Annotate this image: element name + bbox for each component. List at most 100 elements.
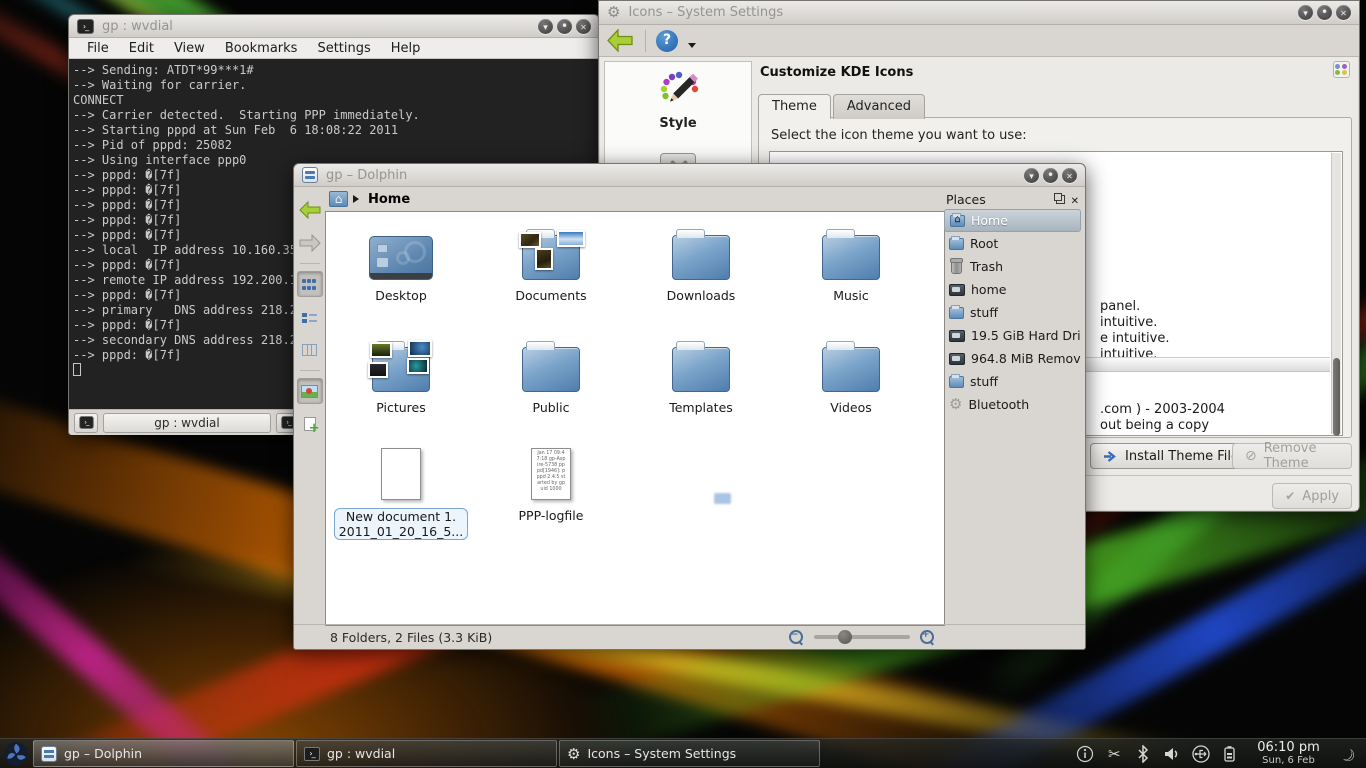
breadcrumb: Home	[325, 187, 944, 211]
dolphin-titlebar[interactable]: gp – Dolphin	[294, 164, 1085, 187]
theme-list-text: intuitive.	[1100, 315, 1157, 330]
folder-item-desktop[interactable]: Desktop	[326, 220, 476, 303]
split-view-button[interactable]	[297, 411, 323, 437]
konsole-icon	[77, 19, 94, 34]
taskbar: gp – Dolphin gp : wvdial Icons – System …	[0, 738, 1366, 768]
details-view-button[interactable]	[297, 304, 323, 330]
close-button[interactable]	[1062, 168, 1077, 183]
menu-edit[interactable]: Edit	[119, 39, 164, 58]
bluetooth-icon[interactable]	[1133, 744, 1153, 764]
status-text: 8 Folders, 2 Files (3.3 KiB)	[330, 630, 492, 645]
terminal-tab[interactable]: gp : wvdial	[103, 413, 271, 433]
places-header[interactable]: Places	[944, 189, 1081, 209]
zoom-slider-handle[interactable]	[838, 630, 852, 644]
terminal-line: --> Waiting for carrier.	[73, 78, 599, 93]
maximize-button[interactable]	[1317, 5, 1332, 20]
theme-list-text: e intuitive.	[1100, 331, 1169, 346]
minimize-button[interactable]	[1024, 168, 1039, 183]
dolphin-file-view[interactable]: Desktop Documents Downloads Music	[325, 211, 945, 626]
zoom-out-icon[interactable]: −	[789, 630, 804, 645]
konsole-icon	[304, 747, 320, 761]
icons-view-icon	[302, 279, 317, 290]
clock[interactable]: 06:10 pm Sun, 6 Feb	[1249, 741, 1328, 767]
system-tray: 06:10 pm Sun, 6 Feb	[1075, 739, 1366, 768]
menu-view[interactable]: View	[164, 39, 215, 58]
task-button-wvdial[interactable]: gp : wvdial	[296, 740, 557, 767]
menu-bookmarks[interactable]: Bookmarks	[215, 39, 308, 58]
bluetooth-gear-icon	[949, 397, 962, 412]
zoom-slider[interactable]	[814, 635, 910, 639]
place-item-hard-drive[interactable]: 19.5 GiB Hard Drive	[944, 324, 1081, 347]
close-button[interactable]	[576, 19, 591, 34]
file-item-new-document[interactable]: New document 1.2011_01_20_16_5...	[326, 438, 476, 540]
folder-item-videos[interactable]: Videos	[776, 332, 926, 415]
apply-button[interactable]: Apply	[1272, 483, 1352, 509]
window-dolphin: gp – Dolphin Home Desktop	[293, 163, 1086, 650]
zoom-in-icon[interactable]: +	[920, 630, 935, 645]
caret-down-icon[interactable]	[688, 43, 696, 52]
trash-icon	[951, 260, 962, 274]
folder-item-templates[interactable]: Templates	[626, 332, 776, 415]
klipper-icon[interactable]	[1104, 744, 1124, 764]
minimize-button[interactable]	[1298, 5, 1313, 20]
dolphin-window-title: gp – Dolphin	[326, 168, 407, 183]
page-icon	[381, 448, 421, 500]
place-item-home-drive[interactable]: home	[944, 278, 1081, 301]
places-float-icon[interactable]	[1056, 195, 1065, 204]
folder-item-downloads[interactable]: Downloads	[626, 220, 776, 303]
info-icon[interactable]	[1075, 744, 1095, 764]
app-launcher-button[interactable]	[0, 739, 32, 768]
task-button-dolphin[interactable]: gp – Dolphin	[33, 740, 294, 767]
menu-settings[interactable]: Settings	[307, 39, 380, 58]
place-item-stuff2[interactable]: stuff	[944, 370, 1081, 393]
folder-item-pictures[interactable]: Pictures	[326, 332, 476, 415]
icons-view-button[interactable]	[297, 271, 323, 297]
close-button[interactable]	[1336, 5, 1351, 20]
menu-file[interactable]: File	[77, 39, 119, 58]
module-grid-icon[interactable]	[1333, 61, 1350, 78]
preview-button[interactable]	[297, 378, 323, 404]
settings-titlebar[interactable]: ⚙ Icons – System Settings	[599, 1, 1359, 25]
folder-item-music[interactable]: Music	[776, 220, 926, 303]
konsole-titlebar[interactable]: gp : wvdial	[69, 15, 599, 38]
new-tab-button[interactable]	[74, 413, 98, 433]
battery-icon[interactable]	[1220, 744, 1240, 764]
place-item-home[interactable]: Home	[944, 209, 1081, 232]
folder-icon	[822, 235, 880, 280]
task-button-system-settings[interactable]: Icons – System Settings	[559, 740, 820, 767]
file-item-ppp-logfile[interactable]: Jan 17 09:4 7:18 gp-Asp ire-5738 pp pd[1…	[476, 438, 626, 523]
volume-icon[interactable]	[1162, 744, 1182, 764]
help-icon[interactable]	[656, 30, 678, 52]
place-item-root[interactable]: Root	[944, 232, 1081, 255]
theme-description-text: out being a copy	[1100, 418, 1209, 433]
places-close-icon[interactable]	[1071, 192, 1079, 207]
maximize-button[interactable]	[1043, 168, 1058, 183]
columns-view-button[interactable]	[297, 337, 323, 363]
place-item-bluetooth[interactable]: Bluetooth	[944, 393, 1081, 416]
back-icon	[298, 200, 322, 220]
list-scrollbar[interactable]	[1331, 153, 1341, 434]
home-icon[interactable]	[329, 191, 348, 207]
back-button[interactable]	[297, 197, 323, 223]
folder-icon	[672, 347, 730, 392]
folder-mini-icon	[949, 376, 964, 388]
back-icon[interactable]	[605, 28, 635, 53]
folder-item-documents[interactable]: Documents	[476, 220, 626, 303]
tab-theme[interactable]: Theme	[758, 94, 831, 119]
sidebar-item-style[interactable]: Style	[605, 62, 751, 131]
folder-item-public[interactable]: Public	[476, 332, 626, 415]
place-item-trash[interactable]: Trash	[944, 255, 1081, 278]
minimize-button[interactable]	[538, 19, 553, 34]
scrollbar-thumb[interactable]	[1333, 358, 1340, 436]
cashew-icon[interactable]	[1333, 739, 1364, 768]
menu-help[interactable]: Help	[381, 39, 431, 58]
places-panel: Places Home Root Trash home stuff 19.5 G…	[944, 189, 1081, 622]
forward-button[interactable]	[297, 230, 323, 256]
breadcrumb-home[interactable]: Home	[368, 192, 410, 207]
tab-advanced[interactable]: Advanced	[833, 94, 925, 119]
place-item-removable[interactable]: 964.8 MiB Remov…	[944, 347, 1081, 370]
maximize-button[interactable]	[557, 19, 572, 34]
remove-theme-button[interactable]: Remove Theme	[1232, 443, 1352, 469]
place-item-stuff[interactable]: stuff	[944, 301, 1081, 324]
usb-device-icon[interactable]	[1191, 744, 1211, 764]
